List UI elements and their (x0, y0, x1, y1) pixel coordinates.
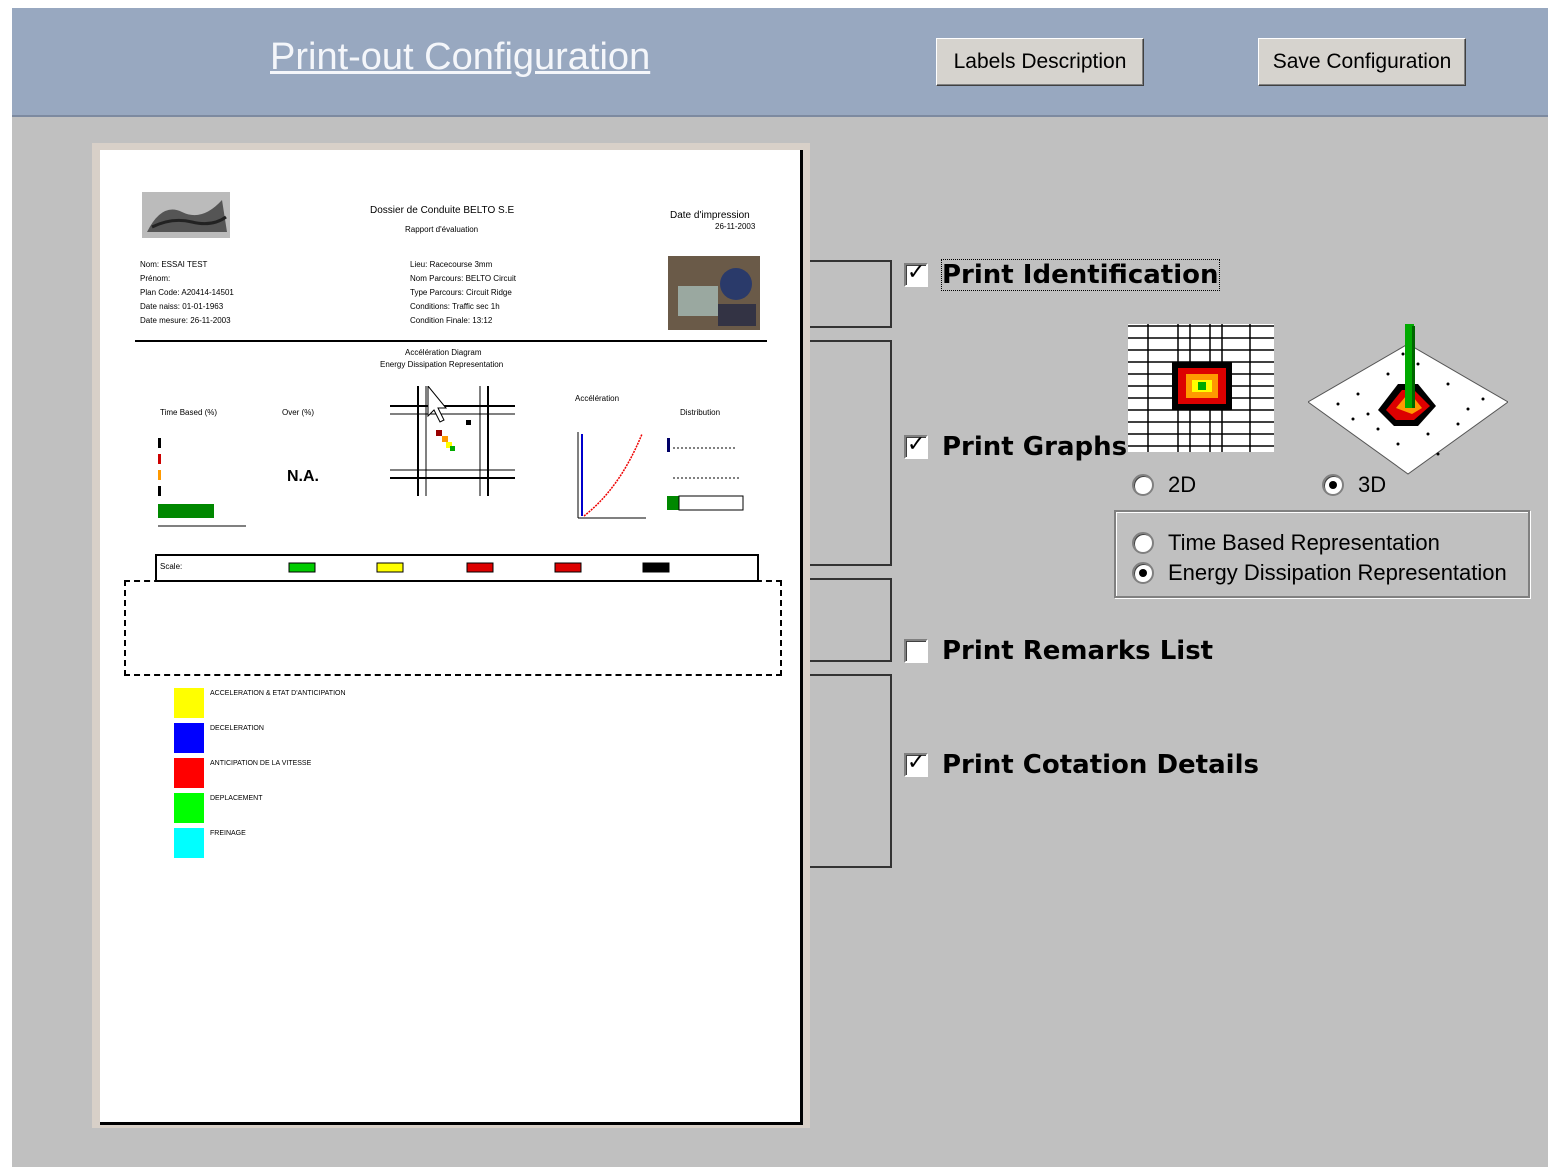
graph-3d-radio-button[interactable] (1322, 474, 1344, 496)
print-remarks-option[interactable]: Print Remarks List (904, 636, 1213, 666)
acceleration-curve (577, 432, 646, 519)
na-text: N.A. (287, 468, 319, 485)
energy-radio-button[interactable] (1132, 562, 1154, 584)
graph-title: Accélération Diagram (405, 348, 482, 357)
remarks-placeholder (124, 580, 782, 676)
acceleration-diagram (390, 386, 515, 496)
print-config-window: Print-out Configuration Labels Descripti… (12, 8, 1548, 1167)
print-identification-option[interactable]: Print Identification (904, 259, 1220, 291)
remark-label: DEPLACEMENT (210, 795, 263, 802)
print-cotation-label: Print Cotation Details (942, 750, 1259, 780)
print-date: 26-11-2003 (715, 222, 756, 231)
time-based-label: Time Based Representation (1168, 530, 1440, 555)
graph-2d-radio-button[interactable] (1132, 474, 1154, 496)
remark-color-swatch (174, 688, 204, 718)
separator-line (135, 340, 767, 342)
identification-left-line: Prénom: (140, 274, 171, 283)
energy-label: Energy Dissipation Representation (1168, 560, 1507, 585)
remark-label: ANTICIPATION DE LA VITESSE (210, 760, 312, 767)
save-configuration-button[interactable]: Save Configuration (1258, 38, 1466, 86)
labels-description-button[interactable]: Labels Description (936, 38, 1144, 86)
graph-2d-thumbnail (1128, 324, 1274, 452)
header-bar: Print-out Configuration Labels Descripti… (12, 8, 1548, 117)
graph-subtitle: Energy Dissipation Representation (380, 360, 504, 369)
doc-subtitle: Rapport d'évaluation (405, 225, 479, 234)
logo-image (142, 192, 230, 238)
col5-label: Distribution (680, 408, 721, 417)
print-date-label: Date d'impression (670, 210, 750, 221)
graph-3d-label: 3D (1358, 472, 1387, 497)
print-preview-page: Dossier de Conduite BELTO S.E Rapport d'… (100, 150, 803, 1125)
col2-label: Over (%) (282, 408, 314, 417)
print-identification-checkbox[interactable] (904, 260, 928, 287)
identification-right-line: Lieu: Racecourse 3mm (410, 260, 493, 269)
print-graphs-label: Print Graphs (942, 432, 1128, 462)
graph-3d-radio[interactable]: 3D (1322, 472, 1386, 498)
print-cotation-option[interactable]: Print Cotation Details (904, 750, 1259, 780)
remark-color-swatch (174, 758, 204, 788)
col1-label: Time Based (%) (160, 408, 218, 417)
graph-2d-label: 2D (1168, 472, 1197, 497)
graphs-bracket (810, 340, 892, 566)
scale-label: Scale: (160, 562, 183, 571)
graph-3d-thumbnail (1308, 324, 1508, 475)
remarks-bracket (810, 578, 892, 662)
time-based-radio-button[interactable] (1132, 532, 1154, 554)
page-title: Print-out Configuration (270, 36, 651, 78)
remark-color-swatch (174, 828, 204, 858)
identification-right-line: Nom Parcours: BELTO Circuit (410, 274, 516, 283)
remark-color-swatch (174, 793, 204, 823)
remark-color-swatch (174, 723, 204, 753)
distribution-legend (667, 438, 744, 511)
identification-right-line: Condition Finale: 13:12 (410, 316, 493, 325)
identification-bracket (810, 260, 892, 328)
identification-left-line: Date mesure: 26-11-2003 (140, 316, 231, 325)
identification-left-line: Date naiss: 01-01-1963 (140, 302, 224, 311)
identification-left-line: Plan Code: A20414-14501 (140, 288, 234, 297)
cotation-bracket (810, 674, 892, 868)
remark-label: ACCELERATION & ETAT D'ANTICIPATION (210, 690, 346, 697)
print-graphs-option[interactable]: Print Graphs (904, 432, 1127, 462)
remark-label: DECELERATION (210, 725, 264, 732)
col4-label: Accélération (575, 394, 620, 403)
print-graphs-checkbox[interactable] (904, 432, 928, 459)
doc-title: Dossier de Conduite BELTO S.E (370, 205, 515, 216)
print-remarks-checkbox[interactable] (904, 639, 928, 663)
energy-radio[interactable]: Energy Dissipation Representation (1132, 560, 1507, 586)
driver-photo (668, 256, 760, 330)
time-based-radio[interactable]: Time Based Representation (1132, 530, 1440, 556)
remark-label: FREINAGE (210, 830, 246, 837)
identification-left-line: Nom: ESSAI TEST (140, 260, 208, 269)
time-based-bars (158, 438, 246, 527)
identification-right-line: Type Parcours: Circuit Ridge (410, 288, 512, 297)
print-remarks-label: Print Remarks List (942, 636, 1214, 666)
identification-right-line: Conditions: Traffic sec 1h (410, 302, 500, 311)
print-cotation-checkbox[interactable] (904, 750, 928, 777)
graph-2d-radio[interactable]: 2D (1132, 472, 1196, 498)
print-identification-label: Print Identification (941, 259, 1220, 291)
